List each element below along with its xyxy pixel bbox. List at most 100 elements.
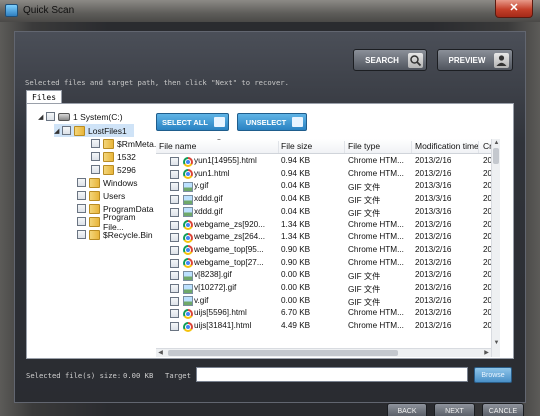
tree-checkbox[interactable]: [77, 230, 86, 239]
cell-type: GIF 文件: [348, 208, 381, 218]
collapse-arrow-icon[interactable]: ◢: [54, 127, 62, 135]
table-row[interactable]: yun1.html 0.94 KB Chrome HTM... 2013/2/16 20…: [156, 168, 500, 181]
folder-icon: [74, 125, 85, 136]
cell-name: webgame_top[27...: [194, 257, 264, 267]
cell-type: GIF 文件: [348, 272, 381, 282]
back-button[interactable]: BACK: [387, 403, 427, 416]
search-button-label: SEARCH: [365, 56, 399, 65]
tree-checkbox[interactable]: [77, 191, 86, 200]
cell-date: 2013/3/16: [415, 181, 452, 191]
column-header-modification-time[interactable]: Modification time: [415, 141, 479, 153]
unselect-icon: [292, 117, 303, 127]
table-row[interactable]: xddd.gif0.04 KBGIF 文件2013/3/16201: [156, 193, 500, 206]
row-checkbox[interactable]: [170, 207, 179, 217]
tree-checkbox[interactable]: [91, 139, 100, 148]
window-close-button[interactable]: ✕: [495, 0, 533, 18]
cell-date: 2013/2/16: [415, 321, 452, 331]
row-checkbox[interactable]: [170, 169, 179, 179]
row-checkbox[interactable]: [170, 284, 179, 293]
tree-checkbox[interactable]: [77, 204, 86, 213]
cell-type: GIF 文件: [348, 285, 381, 294]
tree-item-recycle-bin[interactable]: $Recycle.Bin: [77, 228, 153, 241]
row-checkbox[interactable]: [170, 220, 179, 230]
search-icon: [408, 53, 423, 68]
row-checkbox[interactable]: [170, 182, 179, 192]
preview-button[interactable]: PREVIEW: [437, 49, 513, 71]
table-row[interactable]: v[10272].gif0.00 KBGIF 文件2013/2/16201: [156, 282, 500, 295]
unselect-button[interactable]: UNSELECT: [237, 113, 307, 131]
row-checkbox[interactable]: [170, 296, 179, 306]
tree-checkbox[interactable]: [77, 217, 86, 226]
table-row[interactable]: webgame_zs[264... 1.34 KB Chrome HTM... 201…: [156, 231, 500, 244]
tree-item-label: 5296: [117, 164, 136, 175]
row-checkbox[interactable]: [170, 309, 179, 319]
table-row[interactable]: xddd.gif0.04 KBGIF 文件2013/3/16201: [156, 206, 500, 219]
tree-item-windows[interactable]: Windows: [77, 176, 137, 189]
tree-checkbox[interactable]: [91, 165, 100, 174]
tree-item-rmmeta[interactable]: $RmMeta...: [91, 137, 161, 150]
table-row[interactable]: yun1[14955].html 0.94 KB Chrome HTM... 2013…: [156, 155, 500, 168]
tree-item-system-c[interactable]: ◢ 1 System(C:): [38, 110, 123, 123]
horizontal-scrollbar[interactable]: ◀ ▶: [156, 348, 491, 357]
tree-item-1532[interactable]: 1532: [91, 150, 136, 163]
tree-checkbox[interactable]: [77, 178, 86, 187]
tree-item-program-files[interactable]: Program File...: [77, 212, 149, 232]
tree-checkbox[interactable]: [46, 112, 55, 121]
row-checkbox[interactable]: [170, 195, 179, 205]
cell-date: 2013/2/16: [415, 168, 452, 178]
cell-size: 1.34 KB: [281, 232, 311, 242]
folder-icon: [89, 203, 100, 214]
tree-item-lostfiles1[interactable]: ◢ LostFiles1: [54, 124, 134, 137]
gif-file-icon: [183, 207, 193, 218]
cancel-button[interactable]: CANCLE: [482, 403, 524, 416]
table-row[interactable]: v[8238].gif0.00 KBGIF 文件2013/2/16201: [156, 269, 500, 282]
browse-button[interactable]: Browse: [474, 367, 512, 383]
scroll-right-icon[interactable]: ▶: [482, 349, 491, 357]
row-checkbox[interactable]: [170, 245, 179, 255]
tree-item-users[interactable]: Users: [77, 189, 125, 202]
cell-name: uijs[5596].html: [194, 308, 247, 318]
column-header-file-name[interactable]: File name: [159, 141, 279, 153]
tab-files[interactable]: Files: [26, 90, 62, 104]
row-checkbox[interactable]: [170, 258, 179, 268]
folder-icon: [103, 164, 114, 175]
tree-checkbox[interactable]: [62, 126, 71, 135]
files-content: ◢ 1 System(C:) ◢ LostFiles1 $RmMeta... 1…: [26, 103, 514, 359]
cell-size: 0.90 KB: [281, 257, 311, 267]
target-path-input[interactable]: [196, 367, 468, 382]
collapse-arrow-icon[interactable]: ◢: [38, 113, 46, 121]
scroll-up-icon[interactable]: ▲: [492, 139, 500, 147]
table-row[interactable]: v.gif0.00 KBGIF 文件2013/2/16201: [156, 295, 500, 308]
cell-date: 2013/2/16: [415, 156, 452, 165]
cell-type: Chrome HTM...: [348, 156, 404, 165]
vertical-scrollbar[interactable]: ▲ ▼: [491, 139, 500, 357]
unselect-label: UNSELECT: [245, 118, 287, 127]
next-button[interactable]: NEXT: [434, 403, 475, 416]
select-all-button[interactable]: SELECT ALL: [156, 113, 229, 131]
drive-icon: [58, 112, 70, 121]
scroll-thumb[interactable]: [493, 148, 499, 164]
tree-item-5296[interactable]: 5296: [91, 163, 136, 176]
column-header-file-size[interactable]: File size: [281, 141, 345, 153]
table-row[interactable]: uijs[5596].html 6.70 KB Chrome HTM... 2013/…: [156, 307, 500, 320]
column-header-file-type[interactable]: File type: [348, 141, 412, 153]
scroll-left-icon[interactable]: ◀: [156, 349, 165, 357]
tree-checkbox[interactable]: [91, 152, 100, 161]
cell-date: 2013/2/16: [415, 232, 452, 242]
table-row[interactable]: webgame_top[27... 0.90 KB Chrome HTM... 201…: [156, 257, 500, 270]
row-checkbox[interactable]: [170, 157, 179, 166]
table-row[interactable]: uijs[31841].html 4.49 KB Chrome HTM... 2013…: [156, 320, 500, 333]
cell-name: v[8238].gif: [194, 270, 232, 280]
row-checkbox[interactable]: [170, 271, 179, 281]
scroll-thumb[interactable]: [168, 350, 398, 356]
table-row[interactable]: webgame_zs[920... 1.34 KB Chrome HTM... 201…: [156, 219, 500, 232]
table-row[interactable]: y.gif0.04 KBGIF 文件2013/3/16201: [156, 180, 500, 193]
row-checkbox[interactable]: [170, 322, 179, 332]
table-row[interactable]: webgame_top[95... 0.90 KB Chrome HTM... 201…: [156, 244, 500, 257]
cell-type: Chrome HTM...: [348, 257, 404, 267]
search-button[interactable]: SEARCH: [353, 49, 427, 71]
row-checkbox[interactable]: [170, 233, 179, 243]
scroll-down-icon[interactable]: ▼: [492, 339, 500, 347]
sort-arrow-icon: ▲: [216, 139, 222, 142]
chrome-html-file-icon: [183, 258, 193, 269]
